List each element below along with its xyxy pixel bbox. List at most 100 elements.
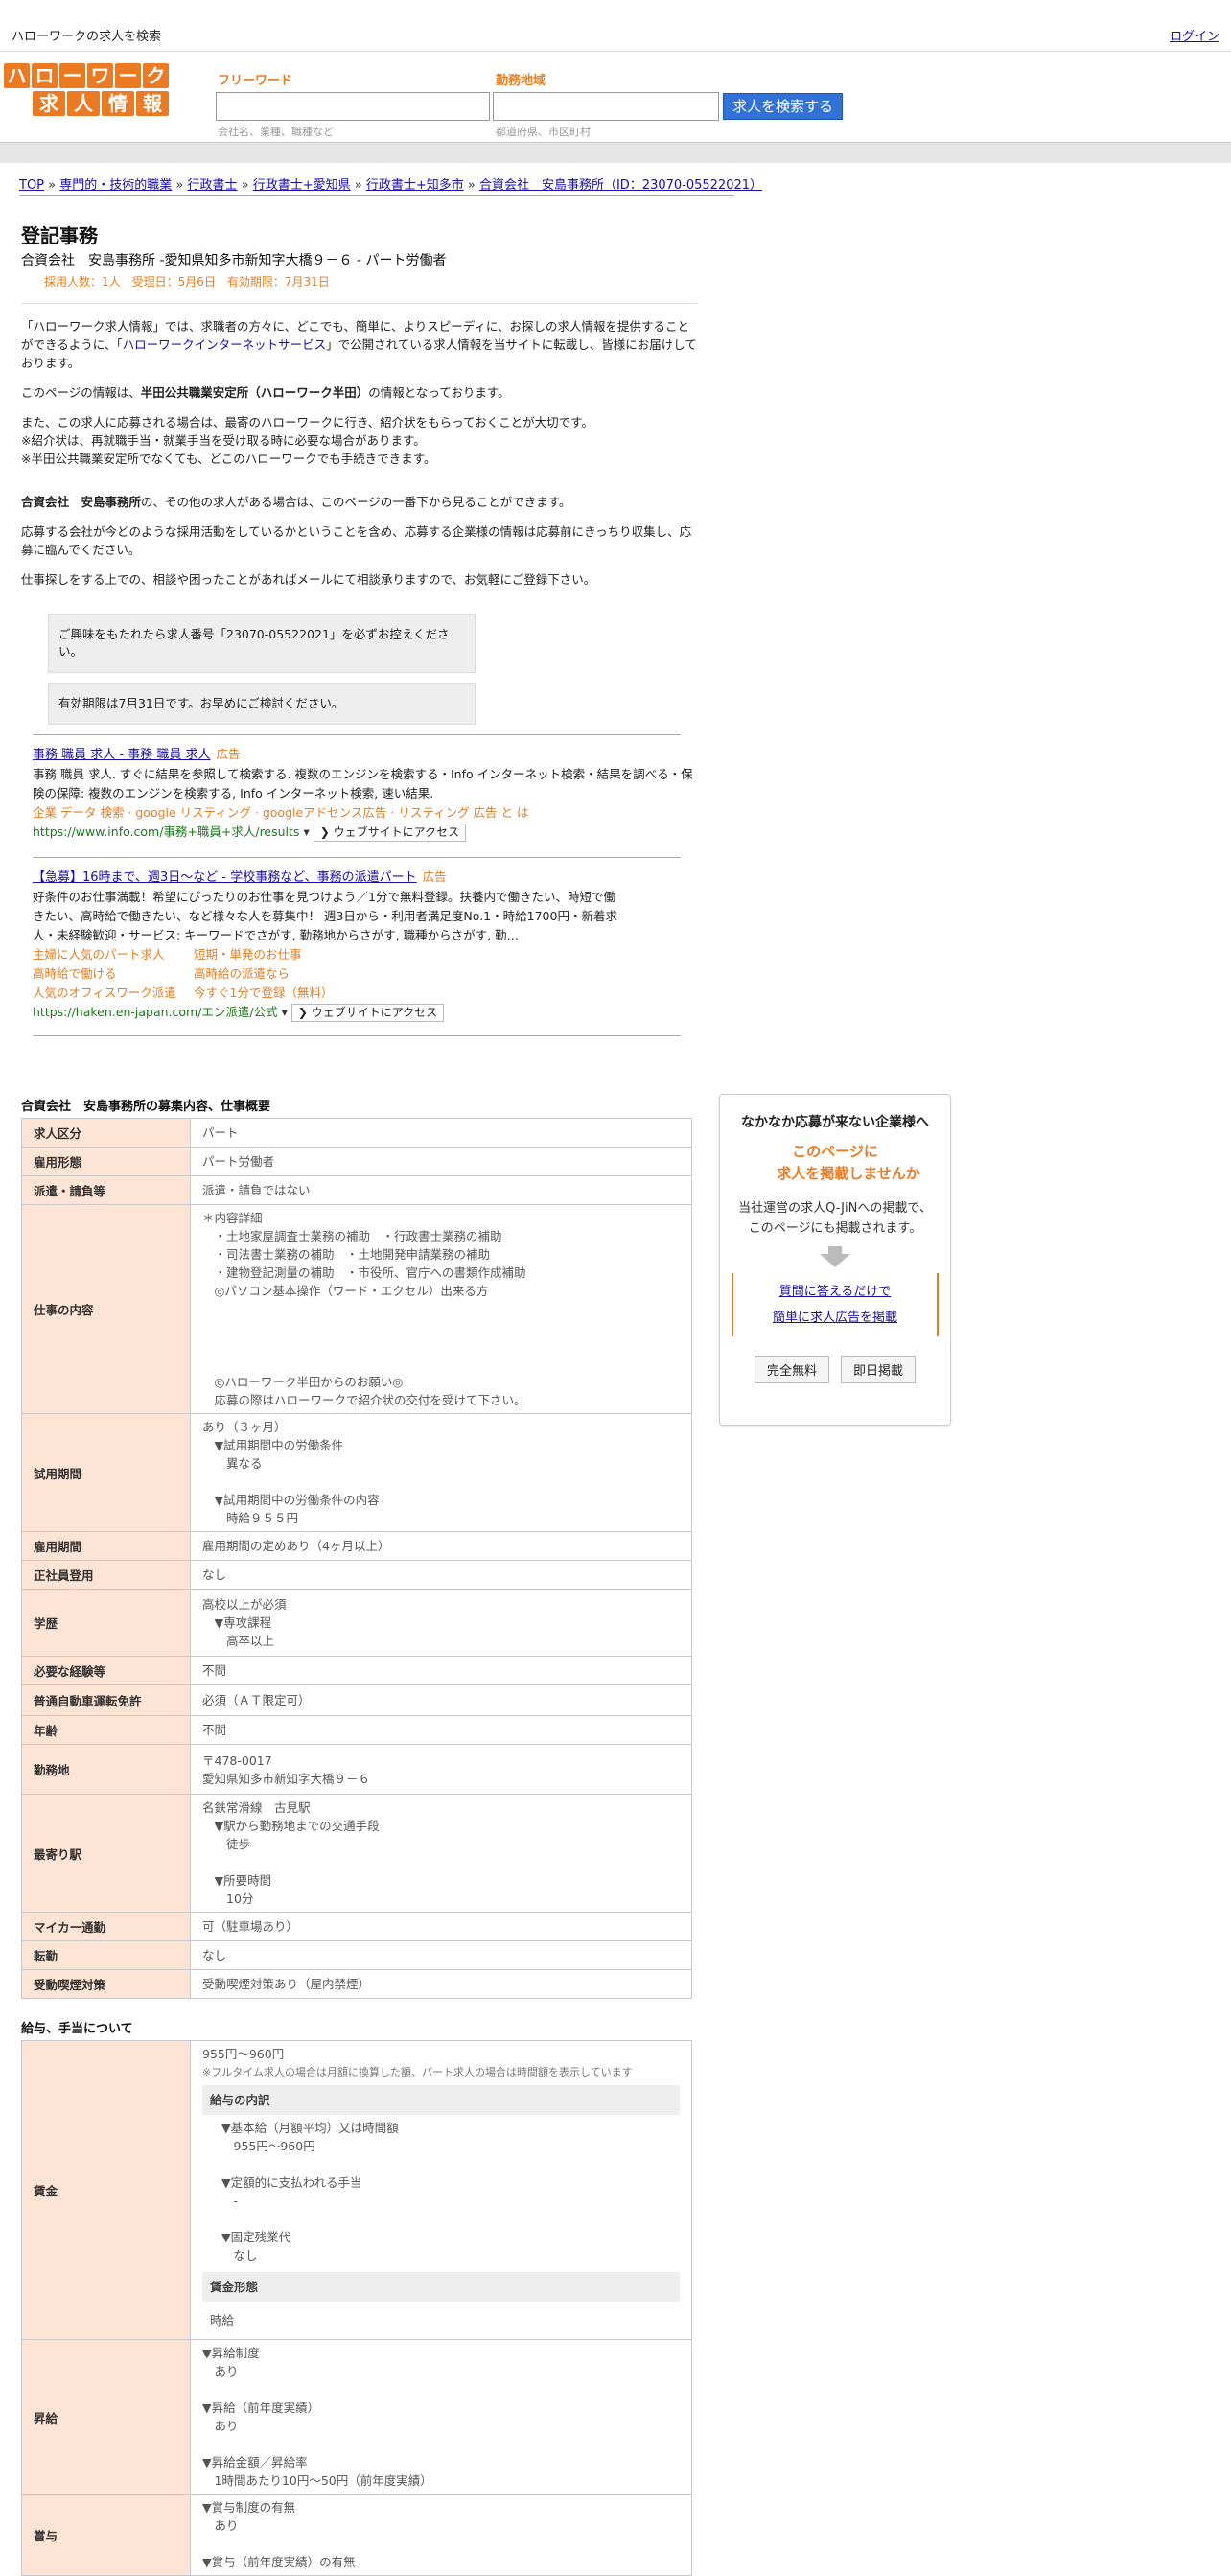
ad-sitelink[interactable]: 今すぐ1分で登録（無料） bbox=[194, 984, 385, 1003]
ad-url[interactable]: https://www.info.com/事務+職員+求人/results bbox=[33, 824, 299, 839]
hellowork-internet-link[interactable]: ハローワークインターネットサービス bbox=[123, 337, 327, 352]
ad-sitelink[interactable]: 高時給で働ける bbox=[33, 964, 194, 984]
table-row: 仕事の内容 ＊内容詳細 ・土地家屋調査士業務の補助 ・行政書士業務の補助 ・司法書… bbox=[21, 1204, 692, 1414]
intro-paragraph: 仕事探しをする上での、相談や困ったことがあればメールにて相談承りますので、お気軽… bbox=[21, 572, 596, 587]
breadcrumb-occupation[interactable]: 行政書士 bbox=[187, 178, 237, 193]
job-subtitle: 合資会社 安島事務所 -愛知県知多市新知字大橋９－６ - パート労働者 bbox=[21, 253, 447, 268]
advertise-tagline: このページに 求人を掲載しませんか bbox=[777, 1143, 920, 1182]
wage-breakdown-header: 給与の内訳 bbox=[202, 2085, 680, 2115]
ad-sitelink[interactable]: 主婦に人気のパート求人 bbox=[33, 945, 194, 964]
breadcrumb-divider bbox=[19, 195, 734, 196]
divider bbox=[33, 857, 681, 858]
table-row: 転勤 なし bbox=[21, 1940, 692, 1970]
down-arrow-icon bbox=[820, 1254, 850, 1267]
pay-table: 賃金 955円〜960円 ※フルタイム求人の場合は月額に換算した額、パート求人の… bbox=[21, 2040, 692, 2576]
breadcrumb-category[interactable]: 専門的・技術的職業 bbox=[59, 178, 172, 193]
ad-tag: 広告 bbox=[216, 747, 241, 761]
free-button[interactable]: 完全無料 bbox=[754, 1356, 829, 1383]
job-number-note: ご興味をもたれたら求人番号「23070-05522021」を必ずお控えください。 bbox=[48, 614, 476, 673]
intro-paragraph: また、この求人に応募される場合は、最寄のハローワークに行き、紹介状をもらっておく… bbox=[21, 415, 593, 466]
page-title: 登記事務 bbox=[21, 224, 98, 247]
divider bbox=[33, 1035, 681, 1036]
table-row: 賞与 ▼賞与制度の有無 あり ▼賞与（前年度実績）の有無 bbox=[21, 2494, 692, 2576]
breadcrumb-company[interactable]: 合資会社 安島事務所（ID：23070-05522021） bbox=[479, 178, 762, 193]
ad-description: 好条件のお仕事満載！希望にぴったりのお仕事を見つけよう／1分で無料登録。扶養内で… bbox=[33, 890, 617, 942]
intro-paragraph: 合資会社 安島事務所の、その他の求人がある場合は、このページの一番下から見ること… bbox=[21, 495, 571, 509]
divider bbox=[33, 734, 681, 735]
table-row: 勤務地 〒478-0017 愛知県知多市新知字大橋９－６ bbox=[21, 1744, 692, 1795]
ad-title-link[interactable]: 【急募】16時まで、週3日～など - 学校事務など、事務の派遣パート bbox=[33, 870, 417, 885]
job-meta: 採用人数：1人 受理日：5月6日 有効期限：7月31日 bbox=[44, 275, 330, 289]
table-row: 最寄り駅 名鉄常滑線 古見駅 ▼駅から勤務地までの交通手段 徒歩 ▼所要時間 10… bbox=[21, 1794, 692, 1913]
intro-paragraph: 「ハローワーク求人情報」では、求職者の方々に、どこでも、簡単に、よりスピーディに… bbox=[21, 319, 697, 370]
table-row: 雇用形態 パート労働者 bbox=[21, 1147, 692, 1176]
table-row: 賃金 955円〜960円 ※フルタイム求人の場合は月額に換算した額、パート求人の… bbox=[21, 2040, 692, 2340]
freeword-hint: 会社名、業種、職種など bbox=[218, 126, 334, 138]
breadcrumb: TOP » 専門的・技術的職業 » 行政書士 » 行政書士+愛知県 » 行政書士… bbox=[19, 178, 763, 193]
ad-description: 事務 職員 求人. すぐに結果を参照して検索する. 複数のエンジンを検索する・I… bbox=[33, 767, 693, 801]
overview-table: 求人区分 パート 雇用形態 パート労働者 派遣・請負等 派遣・請負ではない 仕事の内容… bbox=[21, 1118, 692, 1999]
ad-sitelink[interactable]: 人気のオフィスワーク派遣 bbox=[33, 984, 194, 1003]
dropdown-icon[interactable]: ▾ bbox=[303, 824, 309, 839]
ad-tag: 広告 bbox=[422, 870, 447, 884]
ad-sitelink[interactable]: 高時給の派遣なら bbox=[194, 964, 385, 984]
table-row: マイカー通勤 可（駐車場あり） bbox=[21, 1912, 692, 1941]
ad-sitelink[interactable]: 短期・単発のお仕事 bbox=[194, 945, 385, 964]
search-button[interactable]: 求人を検索する bbox=[723, 93, 843, 120]
wage-form-header: 賃金形態 bbox=[202, 2272, 680, 2302]
ad-block: 【急募】16時まで、週3日～など - 学校事務など、事務の派遣パート 広告 好条件… bbox=[33, 868, 704, 1022]
table-row: 雇用期間 雇用期間の定めあり（4ヶ月以上） bbox=[21, 1531, 692, 1561]
table-row: 受動喫煙対策 受動喫煙対策あり（屋内禁煙） bbox=[21, 1969, 692, 1999]
dropdown-icon[interactable]: ▾ bbox=[282, 1005, 288, 1019]
table-row: 必要な経験等 不問 bbox=[21, 1656, 692, 1685]
advertise-link[interactable]: 質問に答えるだけで bbox=[779, 1285, 892, 1299]
ad-url[interactable]: https://haken.en-japan.com/エン派遣/公式 bbox=[33, 1005, 278, 1019]
visit-website-button[interactable]: ❯ ウェブサイトにアクセス bbox=[290, 1004, 445, 1022]
intro-paragraph: このページの情報は、半田公共職業安定所（ハローワーク半田）の情報となっております… bbox=[21, 385, 510, 400]
table-row: 派遣・請負等 派遣・請負ではない bbox=[21, 1175, 692, 1205]
breadcrumb-top[interactable]: TOP bbox=[19, 178, 44, 193]
overview-title: 合資会社 安島事務所の募集内容、仕事概要 bbox=[21, 1100, 271, 1114]
header-divider bbox=[0, 142, 1231, 163]
advertise-box: なかなか応募が来ない企業様へ このページに 求人を掲載しませんか 当社運営の求人… bbox=[719, 1094, 951, 1426]
top-bar: ハローワークの求人を検索 ログイン bbox=[0, 0, 1231, 52]
intro-text: 「ハローワーク求人情報」では、求職者の方々に、どこでも、簡単に、よりスピーディに… bbox=[21, 317, 697, 589]
same-day-button[interactable]: 即日掲載 bbox=[841, 1356, 917, 1383]
area-hint: 都道府県、市区町村 bbox=[496, 126, 591, 138]
freeword-input[interactable] bbox=[216, 92, 490, 121]
area-label: 勤務地域 bbox=[496, 74, 546, 88]
wage-value: 955円〜960円 bbox=[202, 2047, 285, 2061]
advertise-heading: なかなか応募が来ない企業様へ bbox=[741, 1115, 929, 1130]
table-row: 試用期間 あり（３ヶ月） ▼試用期間中の労働条件 異なる ▼試用期間中の労働条件の… bbox=[21, 1413, 692, 1532]
advertise-buttons: 完全無料 即日掲載 bbox=[720, 1356, 950, 1383]
table-row: 求人区分 パート bbox=[21, 1118, 692, 1148]
table-row: 年齢 不問 bbox=[21, 1715, 692, 1745]
down-arrow-icon bbox=[828, 1246, 842, 1254]
table-row: 正社員登用 なし bbox=[21, 1560, 692, 1590]
main-content: 登記事務 合資会社 安島事務所 -愛知県知多市新知字大橋９－６ - パート労働者… bbox=[21, 220, 697, 2576]
expiry-note: 有効期限は7月31日です。お早めにご検討ください。 bbox=[48, 683, 476, 725]
advertise-links: 質問に答えるだけで 簡単に求人広告を掲載 bbox=[732, 1273, 939, 1336]
table-row: 昇給 ▼昇給制度 あり ▼昇給（前年度実績） あり ▼昇給金額／昇給率 1時間あた… bbox=[21, 2339, 692, 2495]
ad-block: 事務 職員 求人 - 事務 職員 求人 広告 事務 職員 求人. すぐに結果を参照… bbox=[33, 745, 704, 842]
ad-sitelinks[interactable]: 企業 データ 検索 · google リスティング · googleアドセンス広… bbox=[33, 803, 704, 823]
ad-sitelinks: 主婦に人気のパート求人 短期・単発のお仕事 高時給で働ける 高時給の派遣なら 人… bbox=[33, 945, 704, 1003]
breadcrumb-city[interactable]: 行政書士+知多市 bbox=[366, 178, 464, 193]
hellowork-logo[interactable]: ハ ロ ー ワ ー ク 求 人 情 報 bbox=[4, 63, 173, 119]
wage-breakdown: ▼基本給（月額平均）又は時間額 955円〜960円 ▼定額的に支払われる手当 -… bbox=[221, 2121, 399, 2263]
table-row: 学歴 高校以上が必須 ▼専攻課程 高卒以上 bbox=[21, 1589, 692, 1657]
breadcrumb-prefecture[interactable]: 行政書士+愛知県 bbox=[253, 178, 351, 193]
area-input[interactable] bbox=[493, 92, 719, 121]
ad-title-link[interactable]: 事務 職員 求人 - 事務 職員 求人 bbox=[33, 748, 211, 762]
wage-form: 時給 bbox=[210, 2313, 235, 2328]
advertise-link[interactable]: 簡単に求人広告を掲載 bbox=[773, 1311, 897, 1325]
table-row: 普通自動車運転免許 必須（ＡＴ限定可） bbox=[21, 1684, 692, 1716]
login-link[interactable]: ログイン bbox=[1170, 26, 1219, 44]
pay-title: 給与、手当について bbox=[21, 2022, 133, 2036]
intro-paragraph: 応募する会社が今どのような採用活動をしているかということを含め、応募する企業様の… bbox=[21, 524, 692, 557]
freeword-label: フリーワード bbox=[218, 74, 293, 88]
advertise-description: 当社運営の求人Q-JiNへの掲載で、 このページにも掲載されます。 bbox=[738, 1201, 932, 1236]
divider bbox=[21, 303, 697, 304]
site-title: ハローワークの求人を検索 bbox=[12, 30, 162, 44]
visit-website-button[interactable]: ❯ ウェブサイトにアクセス bbox=[313, 824, 466, 842]
